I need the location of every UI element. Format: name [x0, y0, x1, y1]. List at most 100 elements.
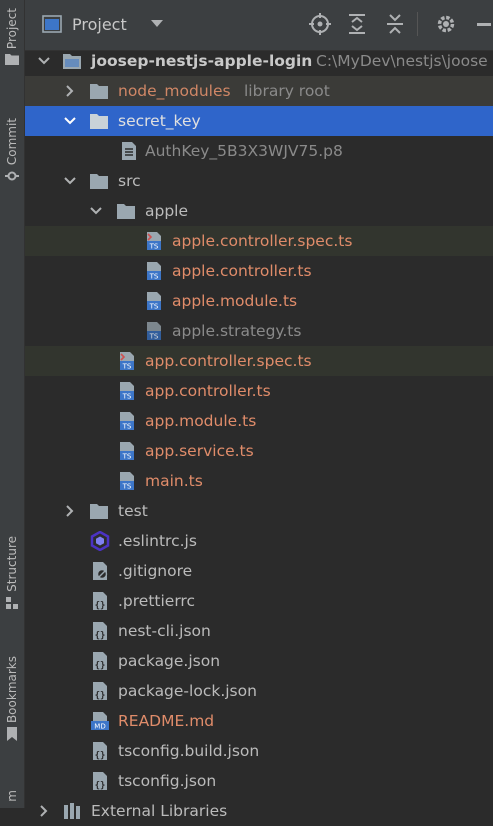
- bottom-tool-label: m: [5, 790, 19, 802]
- file-name: apple.controller.spec.ts: [172, 232, 353, 250]
- tree-row-apple-controller-spec[interactable]: TS apple.controller.spec.ts: [25, 226, 493, 256]
- svg-text:TS: TS: [149, 243, 159, 251]
- file-name: apple.strategy.ts: [172, 322, 302, 340]
- svg-text:TS: TS: [122, 483, 132, 491]
- file-name: README.md: [118, 712, 215, 730]
- tool-window-strip: Project Commit Structure Bookmarks m: [0, 0, 25, 808]
- svg-text:{}: {}: [95, 781, 106, 791]
- hide-icon[interactable]: [477, 23, 491, 27]
- toolbar-separator: [417, 12, 418, 36]
- tree-row-test[interactable]: test: [25, 496, 493, 526]
- file-name: app.controller.ts: [145, 382, 271, 400]
- tree-row-app-controller-spec[interactable]: TS app.controller.spec.ts: [25, 346, 493, 376]
- commit-icon: [5, 171, 19, 181]
- typescript-file-icon: TS: [120, 382, 134, 401]
- tree-row-gitignore[interactable]: .gitignore: [25, 556, 493, 586]
- apple-dir-name: apple: [145, 202, 189, 220]
- file-name: main.ts: [145, 472, 203, 490]
- tree-row-tsconfig-build[interactable]: {} tsconfig.build.json: [25, 736, 493, 766]
- svg-text:TS: TS: [149, 273, 159, 281]
- file-name: .gitignore: [118, 562, 193, 580]
- json-file-icon: {}: [93, 622, 107, 641]
- file-name: .eslintrc.js: [118, 532, 197, 550]
- gear-icon[interactable]: [435, 13, 457, 35]
- tree-row-prettierrc[interactable]: {} .prettierrc: [25, 586, 493, 616]
- svg-text:{}: {}: [95, 751, 106, 761]
- folder-icon: [5, 54, 19, 66]
- svg-text:TS: TS: [122, 453, 132, 461]
- project-tool-label: Project: [5, 8, 19, 50]
- json-file-icon: {}: [93, 682, 107, 701]
- file-name: .prettierrc: [118, 592, 195, 610]
- bookmarks-tool-button[interactable]: Bookmarks: [0, 656, 24, 742]
- chevron-down-icon: [150, 20, 163, 27]
- test-name: test: [118, 502, 148, 520]
- tree-row-app-service[interactable]: TS app.service.ts: [25, 436, 493, 466]
- secret-key-name: secret_key: [118, 112, 201, 130]
- tree-row-tsconfig[interactable]: {} tsconfig.json: [25, 766, 493, 796]
- node-modules-name: node_modules: [118, 82, 231, 100]
- chevron-right-icon[interactable]: [37, 804, 51, 818]
- file-name: tsconfig.build.json: [118, 742, 260, 760]
- markdown-file-icon: MD: [91, 712, 109, 731]
- file-name: app.controller.spec.ts: [145, 352, 312, 370]
- folder-icon: [90, 504, 108, 519]
- chevron-down-icon[interactable]: [63, 174, 77, 188]
- bookmark-icon: [7, 727, 17, 742]
- typescript-file-icon: TS: [147, 262, 161, 281]
- tree-row-nest-cli[interactable]: {} nest-cli.json: [25, 616, 493, 646]
- bottom-tool-button[interactable]: m: [0, 790, 24, 802]
- tree-row-node-modules[interactable]: node_modules library root: [25, 76, 493, 106]
- node-modules-hint: library root: [244, 82, 330, 100]
- project-view-header: Project: [25, 0, 493, 51]
- chevron-right-icon[interactable]: [63, 504, 77, 518]
- tree-row-src[interactable]: src: [25, 166, 493, 196]
- chevron-down-icon[interactable]: [37, 54, 51, 68]
- folder-icon: [90, 84, 108, 99]
- tree-row-package-lock[interactable]: {} package-lock.json: [25, 676, 493, 706]
- svg-text:TS: TS: [122, 423, 132, 431]
- chevron-right-icon[interactable]: [63, 84, 77, 98]
- expand-all-icon[interactable]: [347, 13, 367, 35]
- locate-icon[interactable]: [309, 13, 331, 35]
- file-name: app.module.ts: [145, 412, 257, 430]
- tree-row-authkey[interactable]: AuthKey_5B3X3WJV75.p8: [25, 136, 493, 166]
- svg-text:{}: {}: [95, 661, 106, 671]
- tree-row-eslintrc[interactable]: .eslintrc.js: [25, 526, 493, 556]
- tree-row-readme[interactable]: MD README.md: [25, 706, 493, 736]
- src-name: src: [118, 172, 141, 190]
- tree-row-main[interactable]: TS main.ts: [25, 466, 493, 496]
- tree-row-apple-controller[interactable]: TS apple.controller.ts: [25, 256, 493, 286]
- tree-row-secret-key[interactable]: secret_key: [25, 106, 493, 136]
- svg-text:TS: TS: [122, 363, 132, 371]
- tree-row-apple-strategy[interactable]: TS apple.strategy.ts: [25, 316, 493, 346]
- structure-tool-label: Structure: [5, 536, 19, 592]
- file-name: apple.controller.ts: [172, 262, 312, 280]
- chevron-down-icon[interactable]: [89, 204, 103, 218]
- external-libraries-name: External Libraries: [91, 802, 228, 820]
- folder-icon: [90, 174, 108, 189]
- typescript-file-icon: TS: [120, 472, 134, 491]
- collapse-all-icon[interactable]: [385, 13, 405, 35]
- file-name: app.service.ts: [145, 442, 254, 460]
- svg-text:MD: MD: [94, 723, 105, 731]
- project-view-selector[interactable]: Project: [42, 9, 166, 39]
- chevron-down-icon[interactable]: [63, 114, 77, 128]
- project-tool-button[interactable]: Project: [0, 8, 24, 66]
- tree-row-root[interactable]: joosep-nestjs-apple-login C:\MyDev\nestj…: [25, 46, 493, 76]
- svg-text:TS: TS: [149, 333, 159, 341]
- tree-row-app-module[interactable]: TS app.module.ts: [25, 406, 493, 436]
- tree-row-apple-dir[interactable]: apple: [25, 196, 493, 226]
- svg-text:{}: {}: [95, 691, 106, 701]
- gitignore-file-icon: [93, 562, 108, 580]
- tree-row-package[interactable]: {} package.json: [25, 646, 493, 676]
- json-file-icon: {}: [93, 592, 107, 611]
- json-file-icon: {}: [93, 772, 107, 791]
- tree-row-external-libraries[interactable]: External Libraries: [25, 796, 493, 826]
- file-name: package-lock.json: [118, 682, 257, 700]
- structure-tool-button[interactable]: Structure: [0, 536, 24, 610]
- tree-row-apple-module[interactable]: TS apple.module.ts: [25, 286, 493, 316]
- commit-tool-button[interactable]: Commit: [0, 118, 24, 183]
- tree-row-app-controller[interactable]: TS app.controller.ts: [25, 376, 493, 406]
- json-file-icon: {}: [93, 652, 107, 671]
